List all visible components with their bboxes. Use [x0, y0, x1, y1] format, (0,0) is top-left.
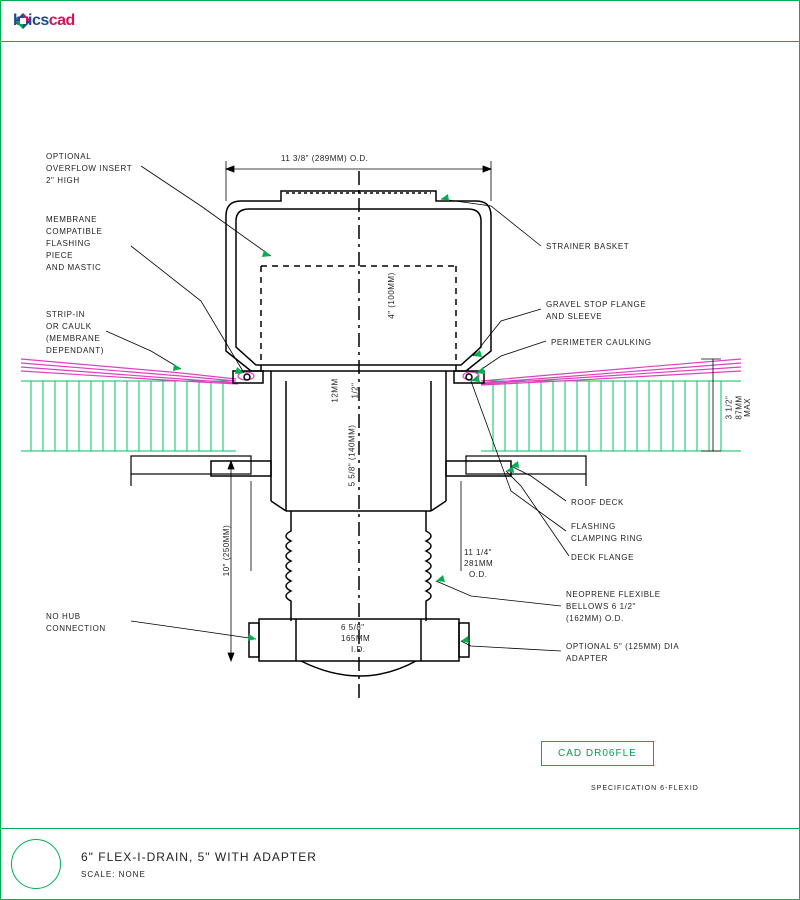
dim-max: MAX: [743, 398, 752, 417]
spec-label: SPECIFICATION 6-FLEXID: [591, 785, 699, 792]
label-nohub: NO HUB CONNECTION: [46, 611, 106, 635]
label-flashing: FLASHING CLAMPING RING: [571, 521, 643, 545]
label-neoprene: NEOPRENE FLEXIBLE BELLOWS 6 1/2" (162MM)…: [566, 589, 661, 625]
label-deckflange: DECK FLANGE: [571, 552, 634, 564]
label-membrane: MEMBRANE COMPATIBLE FLASHING PIECE AND M…: [46, 214, 102, 274]
label-adapter: OPTIONAL 5" (125MM) DIA ADAPTER: [566, 641, 679, 665]
label-perimeter: PERIMETER CAULKING: [551, 337, 652, 349]
page: bricscad: [0, 0, 800, 900]
dim-165: 165MM: [341, 634, 370, 643]
drawing-scale: SCALE: NONE: [81, 870, 317, 879]
footer-circle-icon: [11, 839, 61, 889]
label-overflow: OPTIONAL OVERFLOW INSERT 2" HIGH: [46, 151, 132, 187]
dim-4in: 4" (100MM): [387, 272, 396, 319]
label-strainer: STRAINER BASKET: [546, 241, 629, 253]
dim-10in: 10" (250MM): [222, 525, 231, 576]
dim-35: 3 1/2": [724, 396, 733, 420]
drawing-title: 6" FLEX-I-DRAIN, 5" WITH ADAPTER: [81, 850, 317, 864]
label-strip: STRIP-IN OR CAULK (MEMBRANE DEPENDANT): [46, 309, 104, 357]
dim-658: 6 5/8": [341, 623, 365, 632]
dim-12mm: 12MM: [331, 378, 340, 402]
dim-281: 281MM: [464, 559, 493, 568]
dim-1114: 11 1/4": [464, 548, 492, 557]
drawing-canvas: 11 3/8" (289MM) O.D. 4" (100MM) 1/2" 12M…: [1, 41, 799, 829]
dim-top-od: 11 3/8" (289MM) O.D.: [281, 154, 368, 163]
dim-half: 1/2": [350, 383, 359, 399]
dim-id: I.D.: [351, 645, 365, 654]
footer: 6" FLEX-I-DRAIN, 5" WITH ADAPTER SCALE: …: [1, 828, 799, 899]
cad-id-box: CAD DR06FLE: [541, 741, 654, 766]
dim-od: O.D.: [469, 570, 487, 579]
dim-558: 5 5/8" (140MM): [347, 425, 356, 487]
label-roofdeck: ROOF DECK: [571, 497, 624, 509]
bricscad-logo-icon: [13, 11, 33, 31]
logo: bricscad: [13, 12, 75, 30]
header: bricscad: [1, 1, 799, 42]
label-gravel: GRAVEL STOP FLANGE AND SLEEVE: [546, 299, 646, 323]
